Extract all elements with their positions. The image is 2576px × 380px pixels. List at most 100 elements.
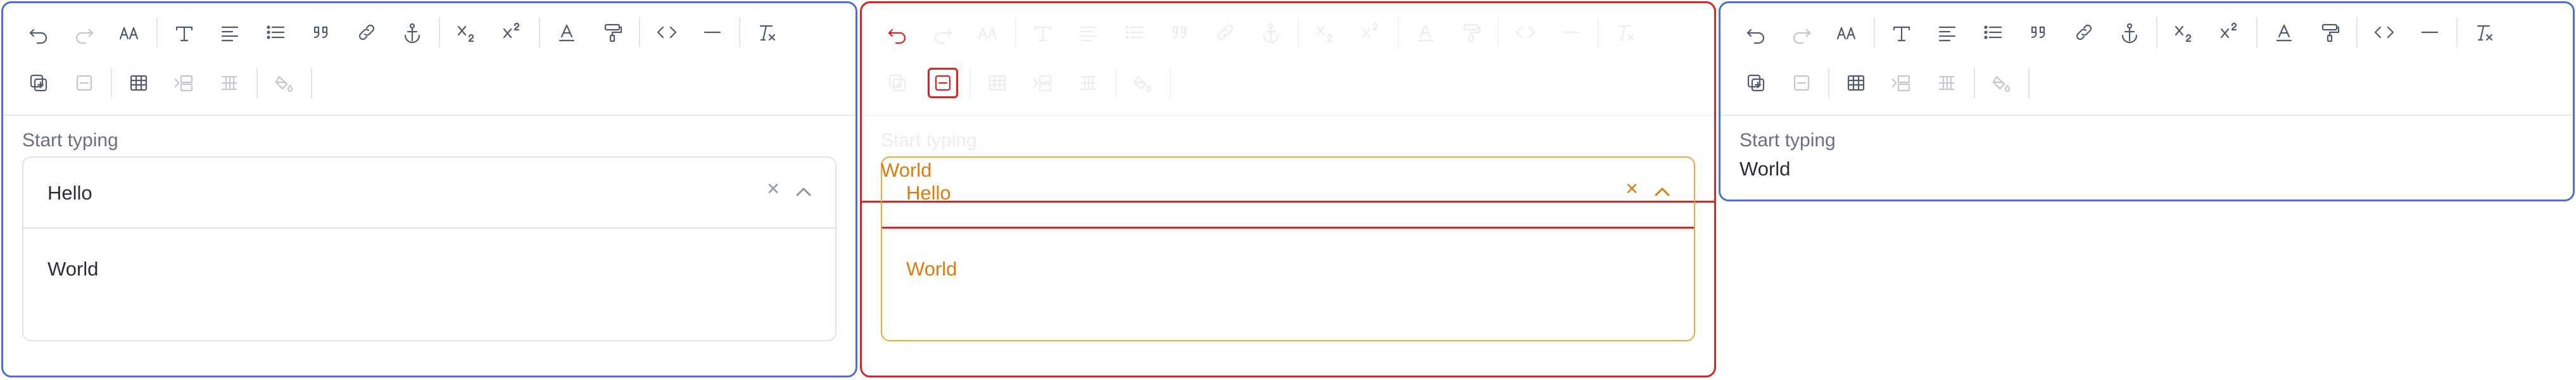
clear-format-button[interactable] [744,12,790,53]
heading-icon [1893,26,1910,42]
insert-row-icon [30,74,47,92]
editor-body-text[interactable]: World [906,258,957,281]
undo-icon [29,28,47,44]
table-grid-button[interactable] [207,63,253,103]
fill-color-icon [1133,75,1152,92]
bullet-list-icon [1125,25,1144,39]
fill-color-button[interactable] [1979,63,2024,103]
format-painter-button[interactable] [590,12,635,53]
clear-icon[interactable]: × [1626,177,1638,201]
clear-format-button[interactable] [1603,12,1648,53]
fill-color-button[interactable] [262,63,307,103]
undo-button[interactable] [1733,12,1779,53]
anchor-button[interactable] [1248,12,1294,53]
align-left-button[interactable] [207,12,253,53]
delete-row-button[interactable] [61,63,107,103]
table-grid-icon [1938,75,1956,91]
insert-column-button[interactable] [161,63,207,103]
blockquote-button[interactable] [2016,12,2061,53]
format-painter-button[interactable] [1448,12,1494,53]
format-painter-button[interactable] [2307,12,2352,53]
toolbar-divider [2156,17,2157,48]
link-button[interactable] [2061,12,2107,53]
toolbar-row-1 [16,12,790,53]
code-button[interactable] [644,12,690,53]
superscript-button[interactable] [489,12,535,53]
horizontal-rule-button[interactable] [690,12,735,53]
chevron-up-icon[interactable] [1650,179,1675,205]
horizontal-rule-button[interactable] [2407,12,2453,53]
undo-button[interactable] [874,12,920,53]
text-color-button[interactable] [1403,12,1448,53]
redo-button[interactable] [920,12,966,53]
anchor-button[interactable] [2107,12,2152,53]
superscript-icon [2220,22,2237,39]
superscript-button[interactable] [1348,12,1394,53]
blockquote-button[interactable] [1157,12,1203,53]
code-icon [657,26,677,39]
subscript-button[interactable] [2161,12,2207,53]
table-button[interactable] [1833,63,1879,103]
font-size-button[interactable] [966,12,1011,53]
undo-button[interactable] [16,12,61,53]
collapsible-header[interactable]: Hello × [23,158,835,229]
editor-body-text[interactable]: World [47,258,98,281]
bullet-list-button[interactable] [253,12,298,53]
heading-button[interactable] [1020,12,1066,53]
toolbar-divider [1297,17,1299,48]
toolbar-divider [256,68,258,98]
collapsible-header[interactable]: Hello × [882,158,1694,229]
editor-value-text[interactable]: World [1739,158,1790,180]
insert-row-button[interactable] [16,63,61,103]
insert-column-button[interactable] [1879,63,1924,103]
link-button[interactable] [344,12,389,53]
text-color-button[interactable] [544,12,590,53]
delete-row-button[interactable] [920,63,966,103]
align-left-button[interactable] [1066,12,1111,53]
redo-button[interactable] [61,12,107,53]
bullet-list-button[interactable] [1111,12,1157,53]
table-grid-button[interactable] [1924,63,1970,103]
table-button[interactable] [116,63,161,103]
align-left-icon [1080,26,1097,42]
delete-row-button[interactable] [1779,63,1824,103]
bullet-list-icon [1984,25,2002,39]
clear-format-icon [2477,25,2493,41]
clear-format-button[interactable] [2461,12,2507,53]
insert-column-icon [1891,75,1910,92]
link-button[interactable] [1203,12,1248,53]
format-painter-icon [604,23,622,42]
superscript-button[interactable] [2207,12,2252,53]
insert-column-button[interactable] [1020,63,1066,103]
redo-button[interactable] [1779,12,1824,53]
horizontal-rule-button[interactable] [1548,12,1594,53]
subscript-button[interactable] [1303,12,1348,53]
font-size-button[interactable] [1824,12,1870,53]
clear-icon[interactable]: × [767,177,780,201]
subscript-button[interactable] [444,12,489,53]
table-grid-button[interactable] [1066,63,1111,103]
fill-color-button[interactable] [1120,63,1166,103]
insert-row-button[interactable] [1733,63,1779,103]
code-button[interactable] [1503,12,1548,53]
undo-icon [1746,28,1765,44]
comparison-stage: Start typing Hello × World Start typing … [0,0,2576,380]
heading-button[interactable] [161,12,207,53]
link-icon [358,24,375,41]
table-button[interactable] [975,63,1020,103]
align-left-button[interactable] [1924,12,1970,53]
toolbar-divider [111,68,112,98]
toolbar-row-2 [16,63,316,103]
blockquote-button[interactable] [298,12,344,53]
insert-row-button[interactable] [874,63,920,103]
font-size-icon [978,27,997,40]
anchor-button[interactable] [389,12,435,53]
bullet-list-button[interactable] [1970,12,2016,53]
chevron-up-icon[interactable] [791,179,816,205]
heading-button[interactable] [1879,12,1924,53]
horizontal-rule-icon [1562,31,1580,34]
horizontal-rule-icon [704,31,721,34]
text-color-button[interactable] [2261,12,2307,53]
font-size-button[interactable] [107,12,153,53]
code-button[interactable] [2361,12,2407,53]
